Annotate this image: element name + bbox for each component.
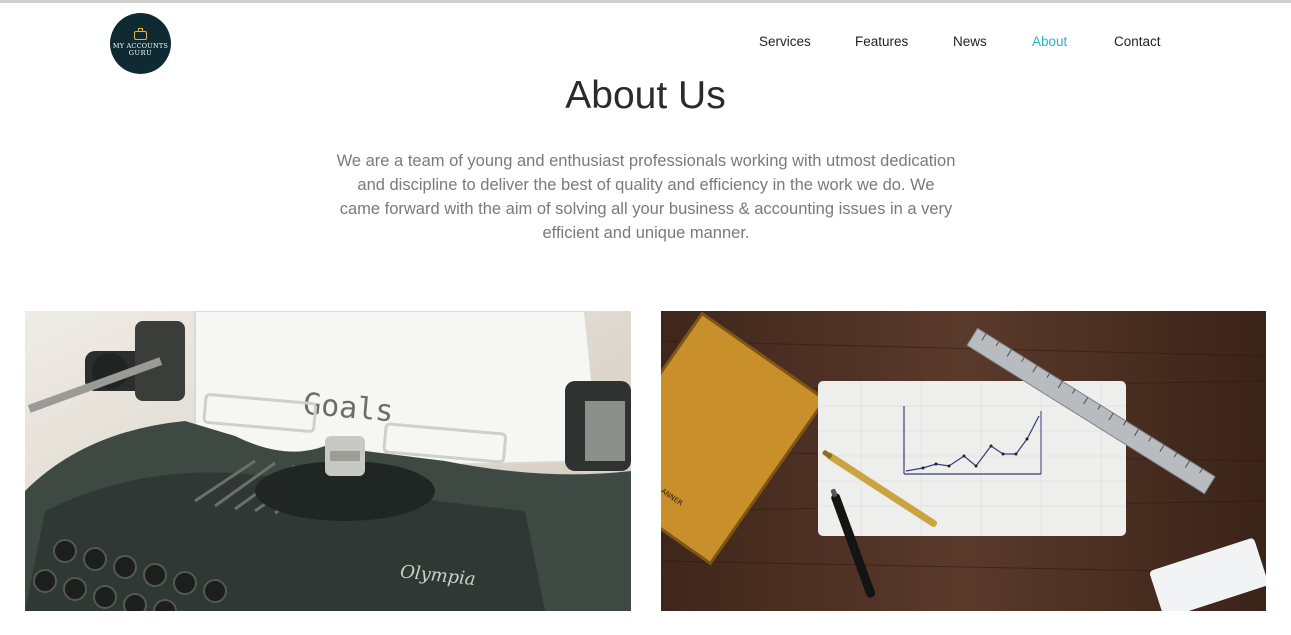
top-border (0, 0, 1291, 3)
nav-link-features[interactable]: Features (855, 34, 908, 49)
typewriter-goals-image: Goals Olympia (25, 311, 631, 611)
nav-link-services[interactable]: Services (759, 34, 811, 49)
about-description: We are a team of young and enthusiast pr… (336, 152, 956, 242)
nav-link-news[interactable]: News (953, 34, 987, 49)
nav-link-about[interactable]: About (1032, 34, 1067, 49)
main-nav: Services Features News About Contact (0, 34, 1291, 52)
page-title: About Us (565, 74, 726, 117)
desk-chart-image: WEEKLY PLANNER (661, 311, 1266, 611)
nav-link-contact[interactable]: Contact (1114, 34, 1161, 49)
